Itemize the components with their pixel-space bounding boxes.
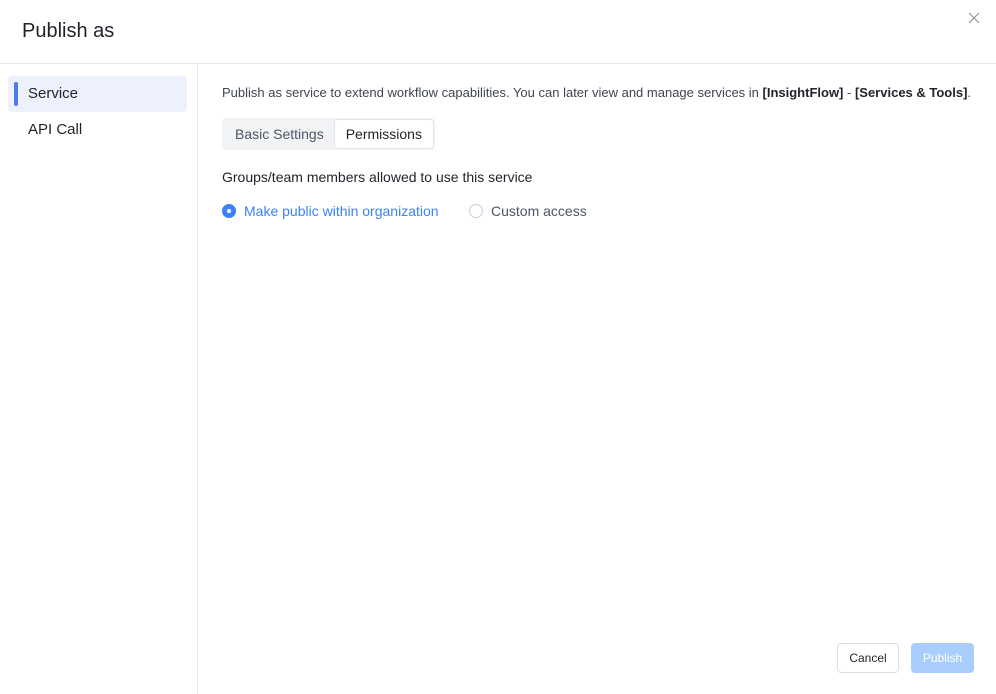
- insightflow-ref: [InsightFlow]: [762, 85, 844, 100]
- radio-make-public[interactable]: Make public within organization: [222, 202, 439, 220]
- main-panel: Publish as service to extend workflow ca…: [199, 64, 996, 694]
- radio-label: Custom access: [491, 203, 587, 219]
- sidebar: Service API Call: [0, 64, 198, 694]
- active-indicator: [14, 82, 18, 106]
- tab-basic-settings[interactable]: Basic Settings: [224, 120, 335, 148]
- radio-unchecked-icon: [469, 204, 483, 218]
- sidebar-item-label: Service: [28, 85, 79, 102]
- tab-permissions[interactable]: Permissions: [334, 120, 433, 148]
- services-tools-ref: [Services & Tools]: [854, 85, 968, 100]
- dialog-header: Publish as: [0, 0, 996, 64]
- radio-checked-icon: [222, 204, 236, 218]
- close-button[interactable]: [964, 8, 984, 28]
- close-icon: [968, 12, 980, 24]
- publish-button[interactable]: Publish: [911, 643, 974, 673]
- cancel-button[interactable]: Cancel: [837, 643, 899, 673]
- sidebar-item-label: API Call: [28, 121, 83, 138]
- permissions-section-label: Groups/team members allowed to use this …: [222, 169, 533, 185]
- sidebar-item-api-call[interactable]: API Call: [8, 112, 187, 148]
- description-text: Publish as service to extend workflow ca…: [222, 85, 972, 100]
- sidebar-item-service[interactable]: Service: [8, 76, 187, 112]
- radio-custom-access[interactable]: Custom access: [469, 202, 587, 220]
- dialog-title: Publish as: [22, 20, 115, 42]
- settings-tabs: Basic Settings Permissions: [222, 118, 435, 150]
- publish-dialog: Publish as Service API Call Publish as s…: [0, 0, 996, 694]
- radio-label: Make public within organization: [244, 203, 439, 219]
